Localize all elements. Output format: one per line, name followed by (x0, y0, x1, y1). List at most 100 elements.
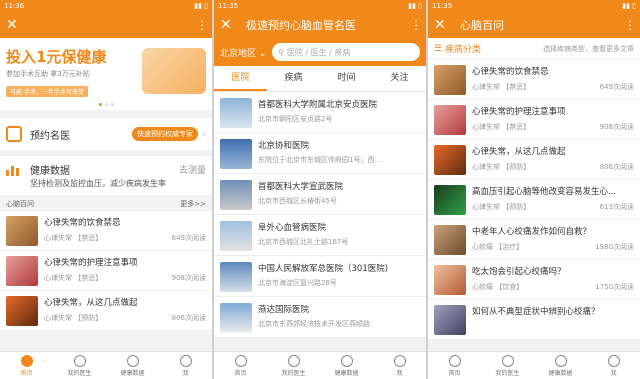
title-bar: ✕ ⋮ (0, 12, 212, 38)
hospital-photo (220, 303, 252, 333)
banner-illustration (142, 48, 206, 94)
area-select[interactable]: 北京地区 ⌄ (220, 46, 266, 59)
list-item[interactable]: 中老年人心绞痛发作如何自救？ 心绞痛 【治疗】 1980次阅读 (428, 220, 640, 260)
list-item[interactable]: 高血压引起心脑等他改变容易发生心... 心律失常 【预防】 613次阅读 (428, 180, 640, 220)
article-reads: 649次阅读 (171, 234, 206, 242)
list-item[interactable]: 首都医科大学宣武医院 北京市西城区长椿街45号 (214, 174, 426, 215)
list-item[interactable]: 北京协和医院东院位于北京市东城区帅府园1号；西... (214, 133, 426, 174)
measure-link[interactable]: 去测量 (179, 163, 206, 176)
article-reads: 1980次阅读 (595, 243, 634, 251)
list-item[interactable]: 吃太饱会引起心绞痛吗？ 心绞痛 【饮食】 1750次阅读 (428, 260, 640, 300)
article-category: 心绞痛 【饮食】 (472, 283, 524, 291)
article-reads: 806次阅读 (171, 314, 206, 322)
list-item[interactable]: 心律失常的护理注意事项 心律失常 【禁忌】 908次阅读 (428, 100, 640, 140)
tab-hospital[interactable]: 医院 (214, 66, 267, 91)
nav-label: 我的医生 (67, 369, 92, 377)
nav-health-data[interactable]: 健康数据 (534, 352, 587, 379)
article-thumb (434, 145, 466, 175)
search-bar: 北京地区 ⌄ ⚲ 医院 / 医生 / 疾病 (214, 38, 426, 66)
promo-banner[interactable]: 投入1元保健康 参加手术互助 拿3万元补贴 可能:手术、一年手术可享受 (0, 38, 212, 110)
nav-my-doctor[interactable]: 我的医生 (267, 352, 320, 379)
page-title: 极速预约心脑血管名医 (246, 19, 356, 32)
home-icon (448, 354, 461, 367)
more-menu-icon[interactable]: ⋮ (624, 18, 636, 32)
nav-label: 我 (182, 369, 189, 377)
chevron-right-icon: › (202, 128, 206, 140)
article-thumb (6, 216, 38, 246)
tab-time[interactable]: 时间 (320, 66, 373, 91)
status-bar: 11:35 ▮▮ ▯ (428, 0, 640, 12)
article-thumb (434, 105, 466, 135)
nav-home[interactable]: 首页 (214, 352, 267, 379)
health-data-card[interactable]: 健康数据 去测量 坚持检测及监控血压，减少疾病发生率 (0, 156, 212, 195)
article-category: 心律失常 【禁忌】 (472, 83, 531, 91)
screen-articles: 11:35 ▮▮ ▯ ✕ 心脑百问 ⋮ ☰ 疾病分类 选择疾病类型，查看更多文章 … (428, 0, 640, 379)
nav-health-data[interactable]: 健康数据 (106, 352, 159, 379)
nav-my-doctor[interactable]: 我的医生 (53, 352, 106, 379)
close-icon[interactable]: ✕ (220, 17, 238, 33)
article-thumb (434, 65, 466, 95)
status-bar: 11:36 ▮▮ ▯ (0, 0, 212, 12)
list-item[interactable]: 心律失常的饮食禁忌 心律失常 【禁忌】 649次阅读 (428, 60, 640, 100)
user-icon (179, 354, 192, 367)
article-reads: 908次阅读 (171, 274, 206, 282)
bottom-nav: 首页 我的医生 健康数据 我 (428, 351, 640, 379)
hospital-photo (220, 180, 252, 210)
nav-home[interactable]: 首页 (0, 352, 53, 379)
quick-appointment-button[interactable]: 快速预约权威专家 (132, 127, 198, 141)
area-label: 北京地区 (220, 48, 257, 59)
list-item[interactable]: 阜外心血管病医院 北京市西城区北礼士路167号 (214, 215, 426, 256)
list-item[interactable]: 首都医科大学附属北京安贞医院 北京市朝阳区安贞路2号 (214, 92, 426, 133)
article-list: 心律失常的饮食禁忌 心律失常 【禁忌】 649次阅读 心律失常的护理注意事项 心律失常… (428, 60, 640, 340)
list-item[interactable]: 心律失常的饮食禁忌 心律失常 【禁忌】 649次阅读 (0, 211, 212, 251)
chart-icon (126, 354, 139, 367)
hospital-address: 北京市东燕郊经济技术开发区燕顺路 (258, 320, 370, 328)
article-category: 心律失常 【预防】 (472, 203, 531, 211)
list-item[interactable]: 如何从不典型症状中辨别心绞痛？ (428, 300, 640, 340)
tab-follow[interactable]: 关注 (373, 66, 426, 91)
article-reads: 1750次阅读 (595, 283, 634, 291)
hospital-photo (220, 98, 252, 128)
filter-label: 疾病分类 (444, 45, 481, 55)
close-icon[interactable]: ✕ (6, 17, 24, 33)
close-icon[interactable]: ✕ (434, 17, 452, 33)
status-time: 11:35 (218, 2, 239, 10)
hospital-name: 北京协和医院 (258, 141, 310, 151)
article-title: 心律失常的饮食禁忌 (472, 67, 549, 77)
title-bar: ✕ 心脑百问 ⋮ (428, 12, 640, 38)
banner-pager (0, 103, 212, 106)
bottom-nav: 首页 我的医生 健康数据 我 (0, 351, 212, 379)
list-icon: ☰ (434, 43, 445, 54)
list-item[interactable]: 中国人民解放军总医院（301医院) 北京市海淀区复兴路28号 (214, 256, 426, 297)
list-item[interactable]: 心律失常，从这几点做起 心律失常 【预防】 806次阅读 (0, 291, 212, 331)
hospital-address: 东院位于北京市东城区帅府园1号；西... (258, 156, 382, 164)
status-bar: 11:35 ▮▮ ▯ (214, 0, 426, 12)
more-link[interactable]: 更多>> (180, 199, 206, 209)
nav-label: 首页 (234, 369, 247, 377)
nav-label: 我的医生 (495, 369, 520, 377)
nav-me[interactable]: 我 (159, 352, 212, 379)
article-thumb (434, 305, 466, 335)
category-filter[interactable]: ☰ 疾病分类 选择疾病类型，查看更多文章 (428, 38, 640, 60)
nav-health-data[interactable]: 健康数据 (320, 352, 373, 379)
title-bar: ✕ 极速预约心脑血管名医 ⋮ (214, 12, 426, 38)
nav-my-doctor[interactable]: 我的医生 (481, 352, 534, 379)
doctor-icon (287, 354, 300, 367)
nav-home[interactable]: 首页 (428, 352, 481, 379)
article-reads: 908次阅读 (599, 123, 634, 131)
status-time: 11:36 (4, 2, 25, 10)
list-item[interactable]: 心律失常的护理注意事项 心律失常 【禁忌】 908次阅读 (0, 251, 212, 291)
hospital-name: 燕达国际医院 (258, 305, 310, 315)
more-menu-icon[interactable]: ⋮ (196, 18, 208, 32)
nav-me[interactable]: 我 (373, 352, 426, 379)
more-menu-icon[interactable]: ⋮ (410, 18, 422, 32)
search-input[interactable]: ⚲ 医院 / 医生 / 疾病 (272, 43, 420, 61)
article-thumb (434, 225, 466, 255)
nav-me[interactable]: 我 (587, 352, 640, 379)
tab-disease[interactable]: 疾病 (267, 66, 320, 91)
status-time: 11:35 (432, 2, 453, 10)
appointment-card[interactable]: 预约名医 快速预约权威专家 › (0, 118, 212, 150)
list-item[interactable]: 燕达国际医院北京市东燕郊经济技术开发区燕顺路 (214, 297, 426, 338)
article-reads: 806次阅读 (599, 163, 634, 171)
list-item[interactable]: 心律失常，从这几点做起 心律失常 【预防】 806次阅读 (428, 140, 640, 180)
